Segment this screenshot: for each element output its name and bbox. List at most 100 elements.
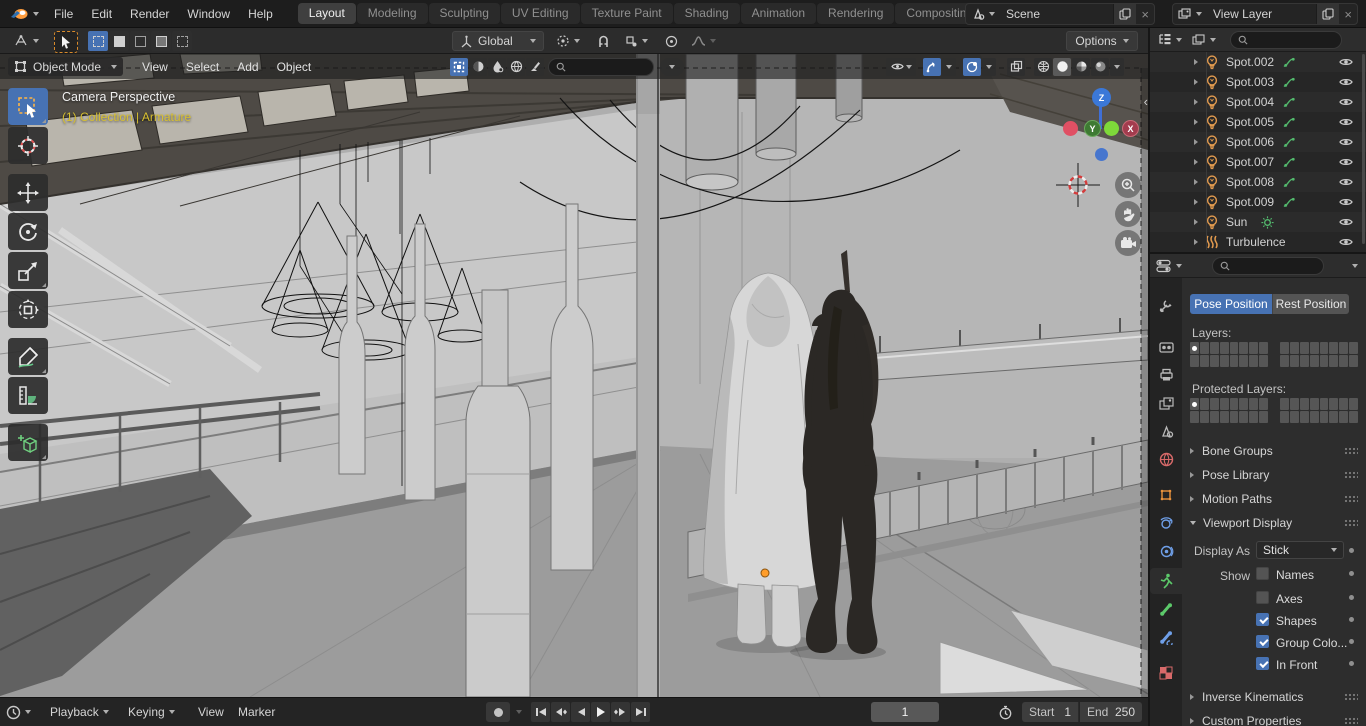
scene-name[interactable]: Scene bbox=[1000, 7, 1113, 21]
checkbox-names[interactable] bbox=[1256, 567, 1269, 580]
timeline-menu-view[interactable]: View bbox=[198, 698, 224, 726]
tab-output-properties[interactable] bbox=[1150, 362, 1182, 388]
auto-keying-dropdown[interactable] bbox=[512, 702, 526, 722]
expand-icon[interactable] bbox=[1194, 179, 1198, 185]
section-custom-properties[interactable]: Custom Properties bbox=[1190, 710, 1366, 726]
tab-rendering[interactable]: Rendering bbox=[817, 3, 894, 24]
header-collapse-button[interactable] bbox=[660, 58, 684, 76]
timeline-menu-keying[interactable]: Keying bbox=[128, 698, 175, 726]
hide-toggle-eye-icon[interactable] bbox=[1338, 134, 1354, 150]
expand-icon[interactable] bbox=[1194, 199, 1198, 205]
panel-drag-handle[interactable] bbox=[1344, 693, 1358, 701]
section-viewport-display[interactable]: Viewport Display bbox=[1190, 512, 1366, 534]
layers-grid-right[interactable] bbox=[1280, 342, 1358, 367]
play-button[interactable] bbox=[591, 702, 610, 722]
menu-file[interactable]: File bbox=[45, 0, 82, 28]
shading-material-button[interactable] bbox=[1072, 58, 1090, 76]
checkbox-in-front[interactable] bbox=[1256, 657, 1269, 670]
layers-grid-left[interactable] bbox=[1190, 342, 1268, 367]
rest-position-button[interactable]: Rest Position bbox=[1272, 294, 1349, 314]
tool-cursor[interactable] bbox=[8, 127, 48, 164]
panel-drag-handle[interactable] bbox=[1344, 519, 1358, 527]
camera-view-button[interactable] bbox=[1115, 230, 1141, 256]
unlink-scene-button[interactable]: × bbox=[1136, 4, 1154, 24]
viewport-search-input[interactable] bbox=[548, 58, 654, 76]
filter-brush-button[interactable] bbox=[526, 58, 544, 76]
timeline-menu-playback[interactable]: Playback bbox=[50, 698, 109, 726]
timeline-menu-marker[interactable]: Marker bbox=[238, 698, 275, 726]
panel-drag-handle[interactable] bbox=[1344, 471, 1358, 479]
tab-object-properties[interactable] bbox=[1150, 482, 1182, 508]
hide-toggle-eye-icon[interactable] bbox=[1338, 154, 1354, 170]
tab-bone-constraints[interactable] bbox=[1150, 624, 1182, 650]
keyframe-dot[interactable] bbox=[1349, 617, 1354, 622]
panel-drag-handle[interactable] bbox=[1344, 447, 1358, 455]
frame-start-field[interactable]: Start 1 bbox=[1022, 702, 1079, 722]
display-as-dropdown[interactable]: Stick bbox=[1256, 541, 1344, 559]
hide-toggle-eye-icon[interactable] bbox=[1338, 54, 1354, 70]
auto-keying-toggle[interactable] bbox=[486, 702, 510, 722]
jump-to-start-button[interactable] bbox=[531, 702, 550, 722]
play-reverse-button[interactable] bbox=[571, 702, 590, 722]
gizmo-axis-y[interactable]: Y bbox=[1084, 120, 1101, 137]
properties-editor-selector[interactable] bbox=[1150, 259, 1186, 273]
active-tool-button[interactable] bbox=[54, 31, 78, 53]
keyframe-dot[interactable] bbox=[1349, 639, 1354, 644]
expand-icon[interactable] bbox=[1194, 59, 1198, 65]
previous-keyframe-button[interactable] bbox=[551, 702, 570, 722]
jump-to-end-button[interactable] bbox=[631, 702, 650, 722]
expand-icon[interactable] bbox=[1194, 119, 1198, 125]
select-mode-subtract[interactable] bbox=[130, 31, 150, 51]
outliner-row-spot004[interactable]: Spot.004 bbox=[1150, 92, 1366, 112]
panel-drag-handle[interactable] bbox=[1344, 495, 1358, 503]
gizmo-axis-z[interactable]: Z bbox=[1092, 88, 1111, 107]
gizmo-axis-x[interactable]: X bbox=[1122, 120, 1139, 137]
zoom-button[interactable] bbox=[1115, 172, 1141, 198]
tab-object-constraints[interactable] bbox=[1150, 538, 1182, 564]
blender-menu-button[interactable] bbox=[0, 6, 45, 21]
current-frame-field[interactable]: 1 bbox=[871, 702, 939, 722]
tab-shading[interactable]: Shading bbox=[674, 3, 740, 24]
shading-wireframe-button[interactable] bbox=[1034, 58, 1052, 76]
overlays-toggle[interactable] bbox=[963, 58, 981, 76]
snap-toggle[interactable] bbox=[592, 31, 614, 51]
outliner-row-spot005[interactable]: Spot.005 bbox=[1150, 112, 1366, 132]
hide-toggle-eye-icon[interactable] bbox=[1338, 74, 1354, 90]
tab-texture-paint[interactable]: Texture Paint bbox=[581, 3, 673, 24]
keyframe-dot[interactable] bbox=[1349, 548, 1354, 553]
tool-scale[interactable] bbox=[8, 252, 48, 289]
options-dropdown[interactable]: Options bbox=[1066, 31, 1138, 51]
tab-physics-properties[interactable] bbox=[1150, 510, 1182, 536]
outliner-row-turbulence[interactable]: Turbulence bbox=[1150, 232, 1366, 252]
object-origin-dot[interactable] bbox=[761, 569, 769, 577]
xray-toggle[interactable] bbox=[1007, 58, 1025, 76]
outliner-scrollbar[interactable] bbox=[1362, 54, 1365, 244]
section-motion-paths[interactable]: Motion Paths bbox=[1190, 488, 1366, 510]
keyframe-dot[interactable] bbox=[1349, 571, 1354, 576]
properties-search-input[interactable] bbox=[1212, 257, 1324, 275]
filter-surface-button[interactable] bbox=[469, 58, 487, 76]
viewport-menu-select[interactable]: Select bbox=[177, 60, 228, 74]
expand-icon[interactable] bbox=[1194, 79, 1198, 85]
use-preview-range-toggle[interactable] bbox=[993, 702, 1017, 722]
outliner-row-spot009[interactable]: Spot.009 bbox=[1150, 192, 1366, 212]
transform-orientation-dropdown[interactable]: Global bbox=[452, 31, 544, 51]
expand-icon[interactable] bbox=[1194, 159, 1198, 165]
tab-scene-properties[interactable] bbox=[1150, 418, 1182, 444]
viewport-3d-scene[interactable] bbox=[0, 54, 1148, 697]
checkbox-axes[interactable] bbox=[1256, 591, 1269, 604]
filter-world-button[interactable] bbox=[507, 58, 525, 76]
tool-transform[interactable] bbox=[8, 291, 48, 328]
overlays-dropdown[interactable] bbox=[982, 58, 996, 76]
outliner-search-input[interactable] bbox=[1230, 31, 1342, 49]
viewport-menu-object[interactable]: Object bbox=[268, 60, 321, 74]
scene-browse-button[interactable] bbox=[966, 4, 1000, 24]
tab-animation[interactable]: Animation bbox=[741, 3, 816, 24]
hide-toggle-eye-icon[interactable] bbox=[1338, 214, 1354, 230]
mode-selector[interactable]: Object Mode bbox=[8, 57, 123, 76]
tool-move[interactable] bbox=[8, 174, 48, 211]
outliner-row-spot002[interactable]: Spot.002 bbox=[1150, 52, 1366, 72]
outliner-row-spot008[interactable]: Spot.008 bbox=[1150, 172, 1366, 192]
tool-select-box[interactable] bbox=[8, 88, 48, 125]
shading-dropdown[interactable] bbox=[1110, 58, 1124, 76]
